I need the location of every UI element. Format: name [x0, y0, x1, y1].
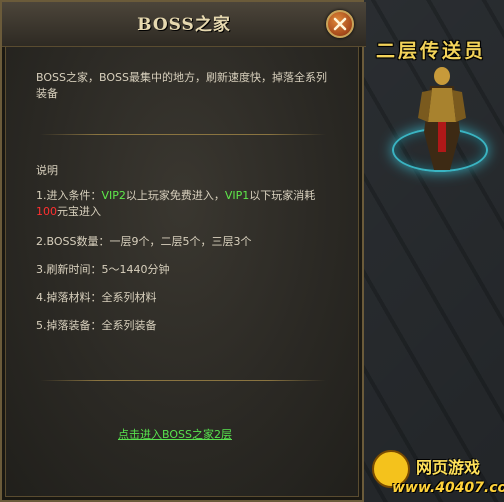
- divider-bottom: [40, 380, 326, 381]
- rule-item-drop-materials: 4.掉落材料：全系列材料: [36, 290, 336, 306]
- npc-title: 二层传送员: [376, 40, 487, 62]
- intro-text: BOSS之家，BOSS最集中的地方，刷新速度快，掉落全系列装备: [36, 71, 327, 100]
- enter-boss-home-link[interactable]: 点击进入BOSS之家2层: [2, 426, 348, 442]
- close-icon: [333, 17, 347, 31]
- rule-text-segment: 1.进入条件：: [36, 189, 102, 202]
- watermark-line1: 网页游戏: [416, 458, 481, 477]
- rule-item-refresh-time: 3.刷新时间：5～1440分钟: [36, 262, 336, 278]
- rule-item-entry-condition: 1.进入条件：VIP2以上玩家免费进入，VIP1以下玩家消耗 100元宝进入: [36, 188, 336, 220]
- divider-top: [40, 134, 326, 135]
- rule-text-segment: 100: [36, 205, 57, 218]
- rule-text-segment: 2.BOSS数量：一层9个，二层5个，三层3个: [36, 235, 252, 248]
- rule-item-boss-count: 2.BOSS数量：一层9个，二层5个，三层3个: [36, 234, 336, 250]
- close-button[interactable]: [326, 10, 354, 38]
- section-label: 说明: [36, 164, 58, 177]
- watermark-line2: www.40407.com: [392, 480, 504, 496]
- rule-text-segment: 元宝进入: [57, 205, 101, 218]
- rule-text-segment: 3.刷新时间：5～1440分钟: [36, 263, 170, 276]
- site-watermark: 网页游戏 www.40407.com: [372, 450, 504, 498]
- rule-text-segment: 以上玩家免费进入，: [125, 189, 225, 202]
- rule-text-segment: 4.掉落材料：全系列材料: [36, 291, 157, 304]
- dialog-title: BOSS之家: [137, 15, 231, 35]
- npc-teleporter-figure[interactable]: [412, 62, 472, 174]
- rule-text-segment: 5.掉落装备：全系列装备: [36, 319, 157, 332]
- rule-text-segment: VIP2: [101, 189, 126, 202]
- rule-item-drop-equipment: 5.掉落装备：全系列装备: [36, 318, 336, 334]
- rule-text-segment: 以下玩家消耗: [249, 189, 316, 202]
- intro-text-block: BOSS之家，BOSS最集中的地方，刷新速度快，掉落全系列装备: [36, 70, 336, 102]
- rule-text-segment: VIP1: [224, 189, 250, 202]
- boss-home-dialog: BOSS之家 BOSS之家，BOSS最集中的地方，刷新速度快，掉落全系列装备 说…: [0, 0, 366, 502]
